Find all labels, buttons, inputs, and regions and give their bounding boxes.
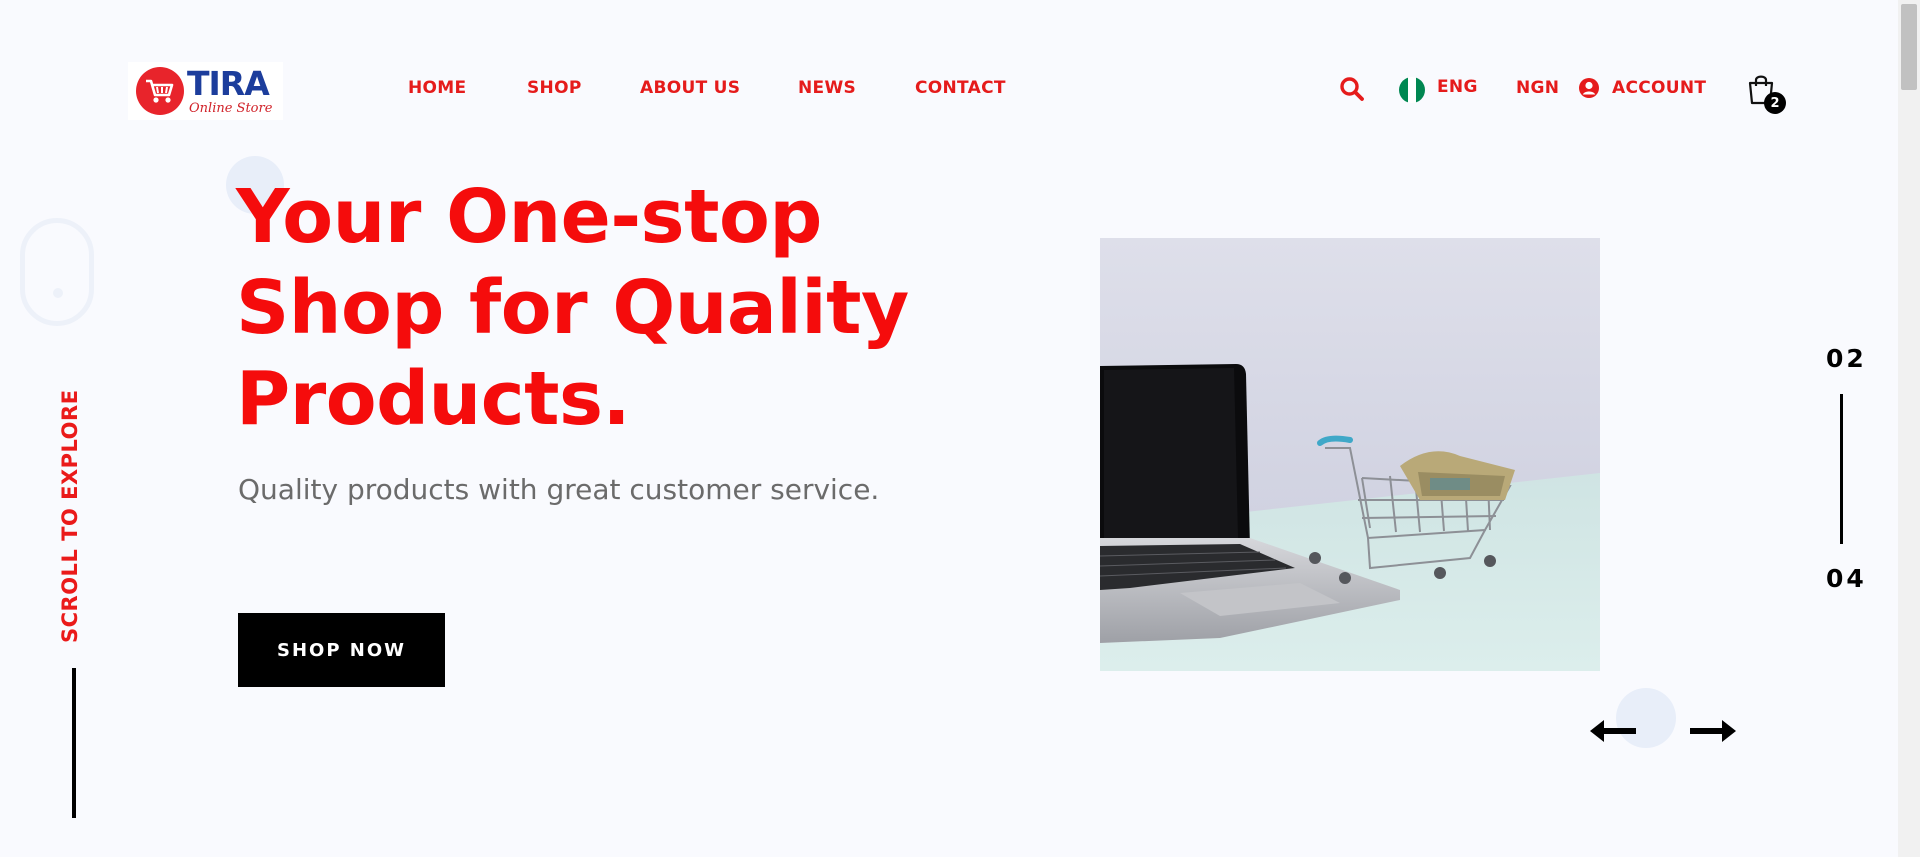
cart-logo-icon [136,67,184,115]
search-icon[interactable] [1339,76,1365,102]
arrow-right-icon[interactable] [1688,716,1736,746]
user-circle-icon[interactable] [1578,77,1600,99]
account-link[interactable]: ACCOUNT [1612,78,1706,98]
nav-about-us[interactable]: ABOUT US [640,78,740,98]
shop-now-button[interactable]: SHOP NOW [238,613,445,687]
logo-subtitle: Online Store [189,101,273,116]
scrollbar-track[interactable] [1898,0,1920,857]
site-logo[interactable]: TIRA Online Store [128,62,283,120]
hero-title-line3: Products. [236,356,631,442]
nav-news[interactable]: NEWS [798,78,856,98]
nav-home[interactable]: HOME [408,78,466,98]
scrollbar-thumb[interactable] [1901,4,1917,90]
hero-title-line2: Shop for Quality [236,265,909,351]
nigeria-flag-icon[interactable] [1399,77,1425,103]
scroll-to-explore-label[interactable]: SCROLL TO EXPLORE [58,389,82,643]
slide-total: 04 [1826,564,1867,593]
nav-shop[interactable]: SHOP [527,78,582,98]
hero-product-image [1100,238,1600,671]
language-selector[interactable]: ENG [1437,77,1478,97]
mouse-scroll-dot [53,288,63,298]
arrow-left-icon[interactable] [1590,716,1638,746]
slide-progress-line [1840,394,1843,544]
slide-current: 02 [1826,344,1867,373]
hero-title-line1: Your One-stop [236,174,822,260]
currency-selector[interactable]: NGN [1516,78,1559,98]
scroll-line [72,668,76,818]
hero-subtitle: Quality products with great customer ser… [238,473,880,506]
logo-name: TIRA [187,64,270,103]
hero-title: Your One-stop Shop for Quality Products. [236,172,936,445]
nav-contact[interactable]: CONTACT [915,78,1006,98]
mouse-scroll-icon [20,218,94,326]
cart-count-badge: 2 [1764,92,1786,114]
